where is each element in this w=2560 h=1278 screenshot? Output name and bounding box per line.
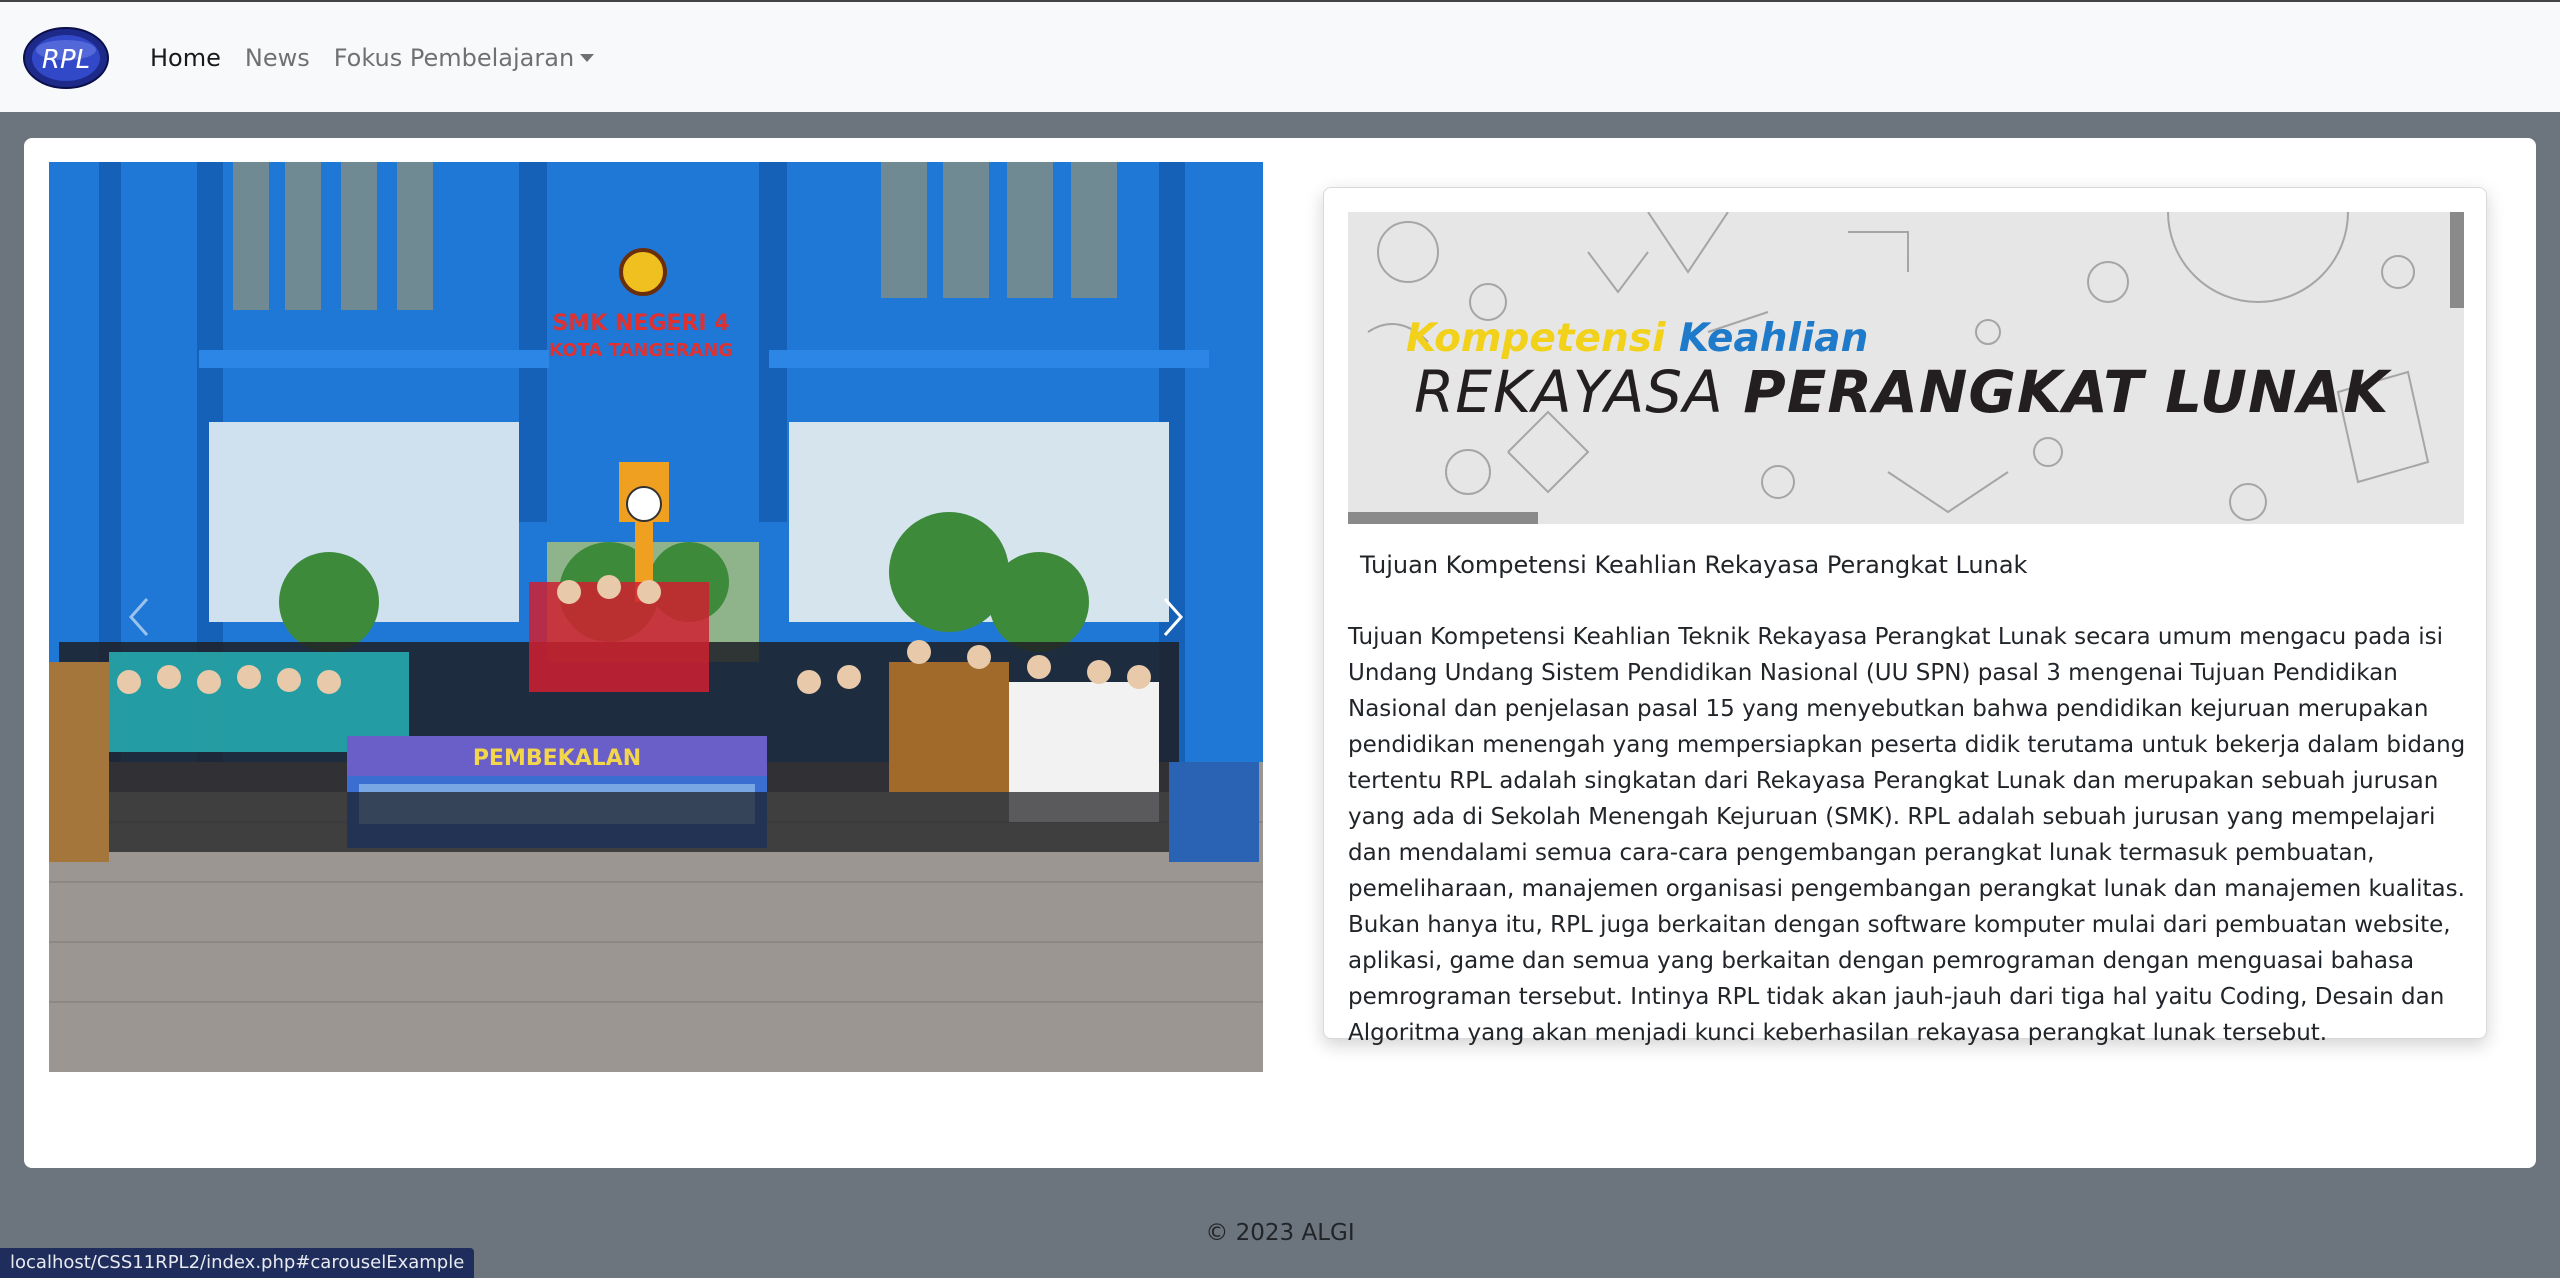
card-banner-image[interactable]: Kompetensi Keahlian REKAYASA PERANGKAT L… — [1348, 212, 2464, 524]
building-sign-line2: KOTA TANGERANG — [549, 340, 733, 361]
footer-copyright: © 2023 ALGI — [1205, 1220, 1355, 1246]
nav-fokus-label: Fokus Pembelajaran — [333, 44, 575, 72]
card-title: Tujuan Kompetensi Keahlian Rekayasa Pera… — [1360, 551, 2028, 579]
nav-news[interactable]: News — [245, 44, 310, 72]
card-text: Tujuan Kompetensi Keahlian Teknik Rekaya… — [1348, 624, 2466, 1046]
banner-word-rekayasa: REKAYASA — [1414, 358, 1724, 426]
carousel-prev-button[interactable] — [49, 162, 229, 1072]
building-sign-line1: SMK NEGERI 4 — [552, 311, 729, 336]
browser-status-url: localhost/CSS11RPL2/index.php#carouselEx… — [0, 1248, 475, 1278]
banner-title: REKAYASA PERANGKAT LUNAK — [1414, 358, 2389, 426]
caret-down-icon — [580, 54, 595, 62]
carousel-next-button[interactable] — [1083, 162, 1263, 1072]
navbar: RPL Home News Fokus Pembelajaran — [0, 0, 2560, 112]
logo-text: RPL — [42, 45, 90, 75]
carousel-slide-image: SMK NEGERI 4 KOTA TANGERANG PEMBEKALAN — [49, 162, 1263, 1072]
banner-word-keahlian: Keahlian — [1678, 316, 1869, 361]
nav-fokus-pembelajaran-dropdown[interactable]: Fokus Pembelajaran — [333, 44, 595, 72]
banner-vertical-scrollbar[interactable] — [2450, 212, 2464, 308]
banner-horizontal-scrollbar[interactable] — [1348, 512, 1538, 524]
info-card: Kompetensi Keahlian REKAYASA PERANGKAT L… — [1323, 187, 2487, 1046]
nav-home[interactable]: Home — [150, 44, 221, 72]
banner-subtitle: Kompetensi Keahlian — [1406, 316, 1868, 361]
chevron-left-icon — [128, 598, 149, 636]
carousel: SMK NEGERI 4 KOTA TANGERANG PEMBEKALAN — [49, 162, 1263, 1072]
banner-word-perangkat-lunak: PERANGKAT LUNAK — [1743, 358, 2390, 426]
carousel-banner-heading: PEMBEKALAN — [473, 746, 641, 771]
nav-links: Home News Fokus Pembelajaran — [150, 2, 618, 114]
banner-word-kompetensi: Kompetensi — [1406, 316, 1666, 361]
rpl-logo[interactable]: RPL — [22, 26, 110, 90]
chevron-right-icon — [1163, 598, 1184, 636]
